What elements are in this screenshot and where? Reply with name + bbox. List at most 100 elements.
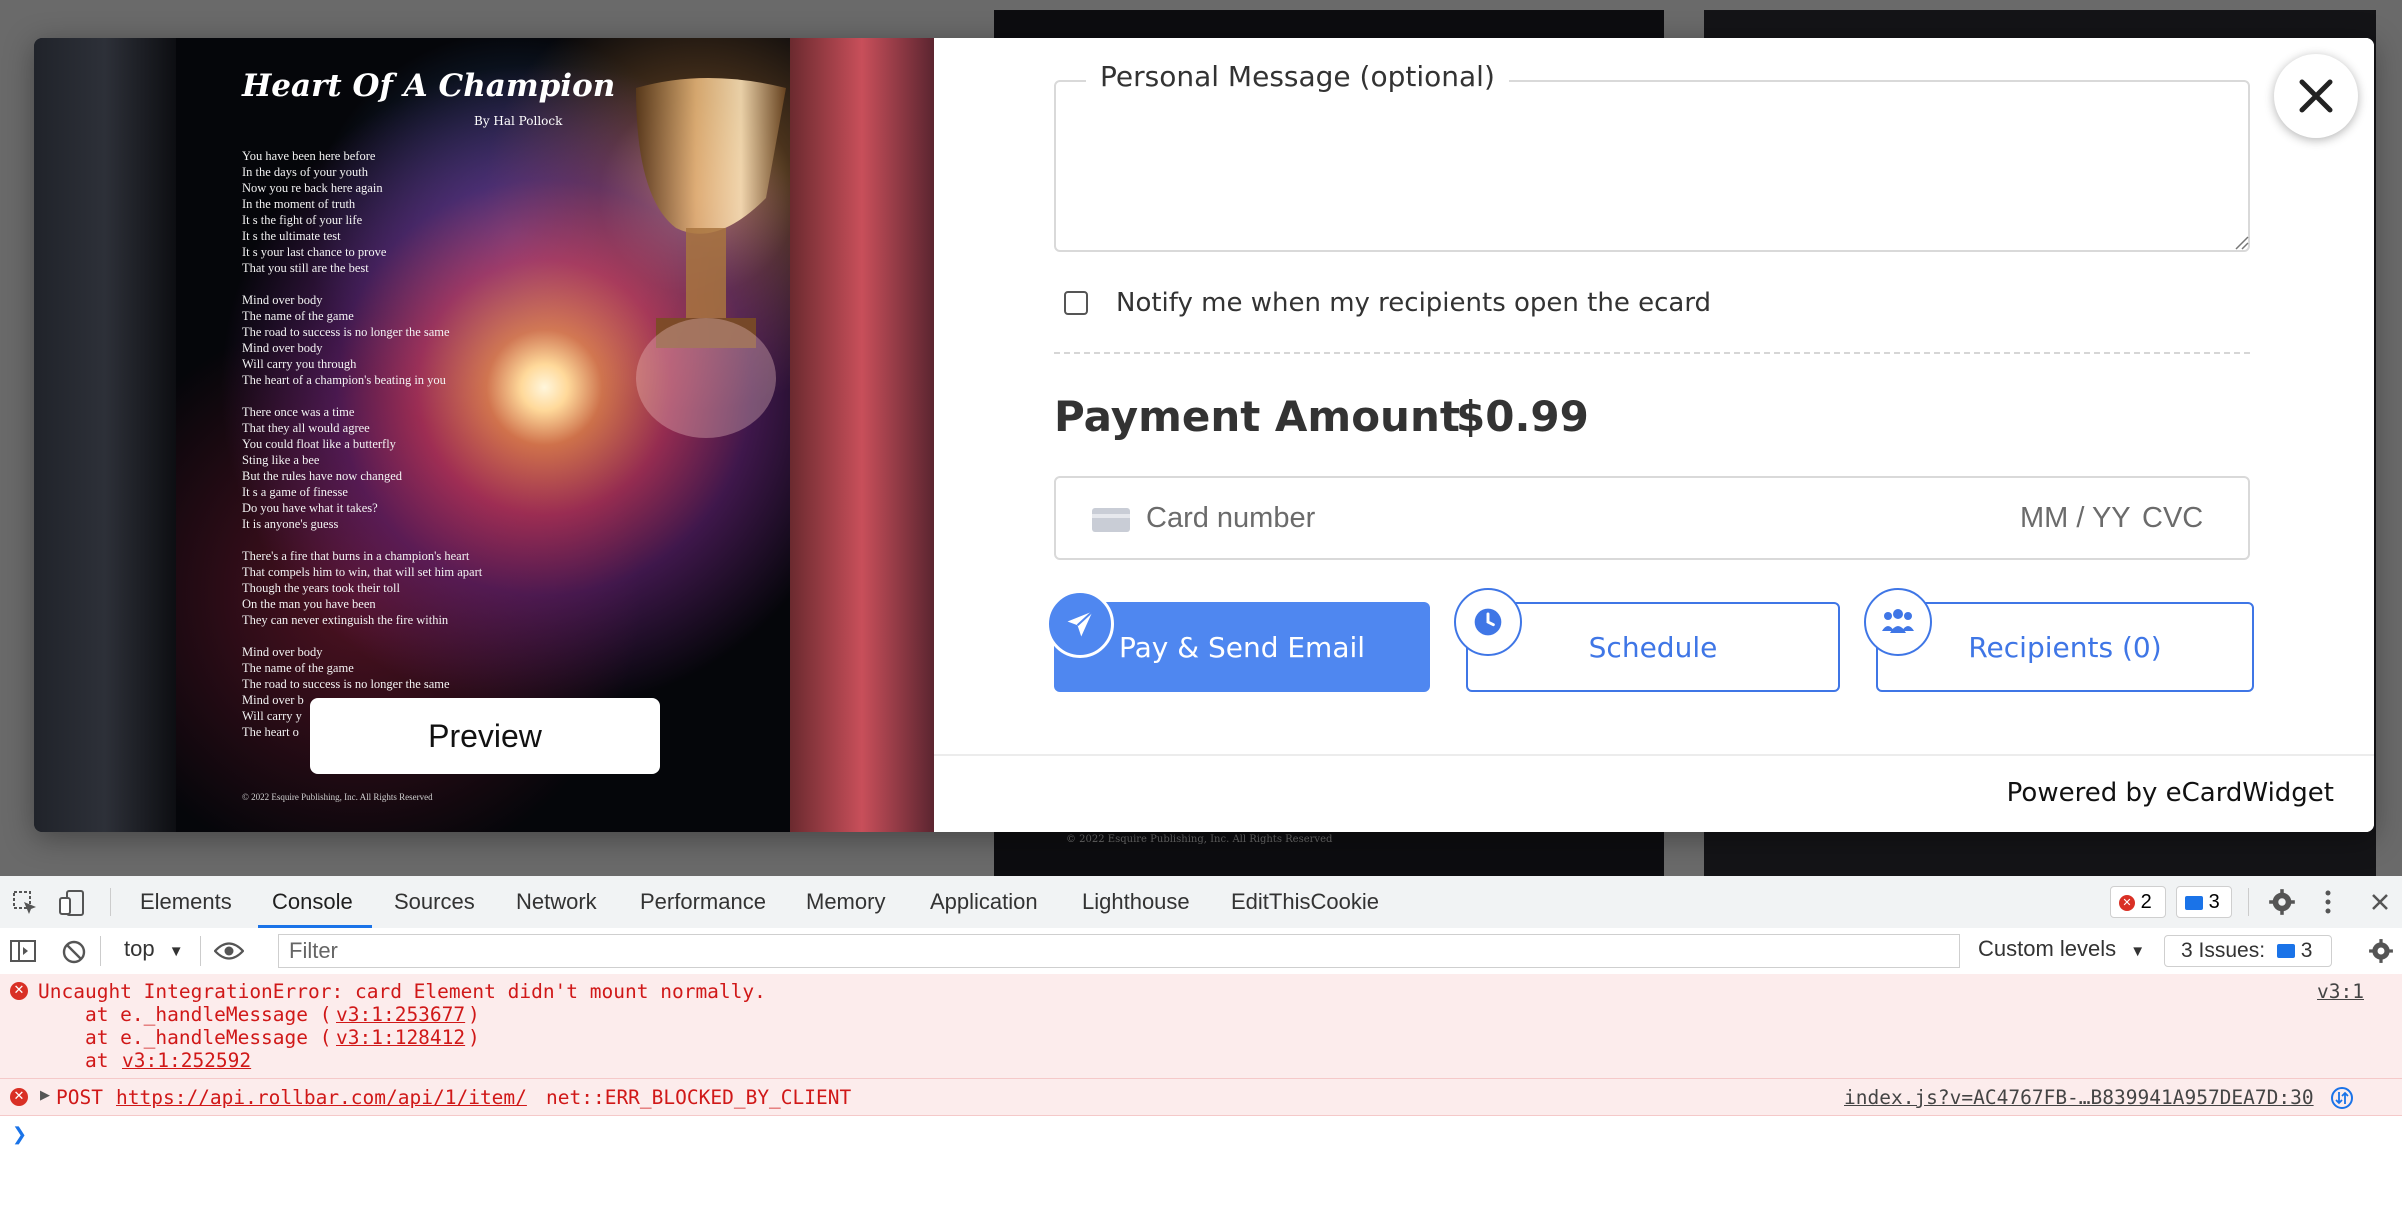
- toolbar-separator: [200, 936, 201, 966]
- issues-label: 3 Issues:: [2181, 939, 2266, 962]
- console-error-message: ✕ Uncaught IntegrationError: card Elemen…: [0, 974, 2402, 1079]
- tab-console[interactable]: Console: [258, 876, 372, 928]
- send-icon[interactable]: [1046, 590, 1114, 658]
- poem-line: The name of the game: [242, 661, 354, 675]
- tab-performance[interactable]: Performance: [640, 876, 766, 928]
- settings-gear-icon[interactable]: [2268, 888, 2296, 916]
- poem-line: Now you re back here again: [242, 181, 383, 195]
- poem-line: Though the years took their toll: [242, 581, 400, 595]
- log-levels-label: Custom levels: [1978, 936, 2117, 961]
- poem-line: The name of the game: [242, 309, 354, 323]
- poem-line: It s the ultimate test: [242, 229, 341, 243]
- tab-elements[interactable]: Elements: [140, 876, 232, 928]
- poem-stanza: You have been here before In the days of…: [242, 148, 482, 276]
- footer-divider: [934, 754, 2374, 756]
- poem-line: Will carry you through: [242, 357, 357, 371]
- close-devtools-icon[interactable]: [2370, 892, 2390, 912]
- poem-line: Do you have what it takes?: [242, 501, 378, 515]
- poster-author: By Hal Pollock: [474, 114, 563, 128]
- poem-line: It is anyone's guess: [242, 517, 339, 531]
- error-icon: ✕: [2119, 894, 2135, 911]
- poem-line: That they all would agree: [242, 421, 370, 435]
- notify-label[interactable]: Notify me when my recipients open the ec…: [1116, 288, 1711, 318]
- live-expression-eye-icon[interactable]: [214, 940, 244, 962]
- devtools-panel: Elements Console Sources Network Perform…: [0, 876, 2402, 1224]
- issues-icon: [2276, 944, 2295, 959]
- error-icon: ✕: [10, 982, 28, 1000]
- stack-frame-link[interactable]: v3:1:253677: [336, 1003, 465, 1026]
- poem-text: You have been here before In the days of…: [242, 148, 482, 756]
- console-filter-input[interactable]: Filter: [278, 934, 1960, 968]
- resize-handle-icon[interactable]: [2233, 234, 2249, 250]
- stack-frame-link[interactable]: v3:1:128412: [336, 1026, 465, 1049]
- poem-line: It s your last chance to prove: [242, 245, 387, 259]
- toolbar-separator: [100, 936, 101, 966]
- request-source-link[interactable]: index.js?v=AC4767FB-…B839941A957DEA7D:30: [1844, 1086, 2314, 1109]
- request-url-link[interactable]: https://api.rollbar.com/api/1/item/: [116, 1086, 527, 1109]
- sidebar-toggle-icon[interactable]: [10, 940, 36, 962]
- issues-count: 3: [2300, 939, 2313, 962]
- error-source-link[interactable]: v3:1: [2317, 980, 2364, 1003]
- powered-by[interactable]: Powered by eCardWidget: [2007, 778, 2334, 808]
- card-number-placeholder[interactable]: Card number: [1146, 502, 1315, 535]
- poem-line: You could float like a butterfly: [242, 437, 396, 451]
- ecard-artwork: Heart Of A Champion By Hal Pollock You h…: [34, 38, 934, 832]
- tab-network[interactable]: Network: [516, 876, 597, 928]
- poem-line: In the moment of truth: [242, 197, 356, 211]
- message-count-badge[interactable]: 3: [2176, 886, 2232, 918]
- poem-line: The road to success is no longer the sam…: [242, 325, 450, 339]
- tab-lighthouse[interactable]: Lighthouse: [1082, 876, 1190, 928]
- card-input-field[interactable]: Card number MM / YY CVC: [1054, 476, 2250, 560]
- console-input[interactable]: [40, 1118, 2380, 1148]
- stack-frame-link[interactable]: v3:1:252592: [122, 1049, 251, 1072]
- issues-button[interactable]: 3 Issues: 3: [2164, 935, 2332, 967]
- stack-frame-prefix: at: [38, 1049, 121, 1072]
- close-modal-button[interactable]: [2274, 54, 2358, 138]
- schedule-button[interactable]: Schedule: [1466, 602, 1840, 692]
- error-count-badge[interactable]: ✕ 2: [2110, 886, 2166, 918]
- card-expiry-placeholder[interactable]: MM / YY: [2020, 502, 2131, 535]
- clear-console-icon[interactable]: [62, 940, 86, 964]
- personal-message-textarea[interactable]: [1054, 80, 2250, 252]
- inspect-element-icon[interactable]: [12, 890, 38, 916]
- group-icon[interactable]: [1864, 588, 1932, 656]
- artwork-blur-right: [790, 38, 934, 832]
- context-selector[interactable]: top ▼: [124, 936, 184, 962]
- dropdown-arrow-icon: ▼: [168, 943, 184, 960]
- poem-line: Sting like a bee: [242, 453, 320, 467]
- stack-frame-prefix: at e._handleMessage (: [38, 1026, 332, 1049]
- payment-amount-value: $0.99: [1456, 392, 1589, 441]
- pay-send-email-label: Pay & Send Email: [1118, 630, 1366, 664]
- tab-sources[interactable]: Sources: [394, 876, 475, 928]
- section-divider: [1054, 352, 2250, 354]
- poem-line: You have been here before: [242, 149, 376, 163]
- request-error: net::ERR_BLOCKED_BY_CLIENT: [546, 1086, 852, 1109]
- recipients-button[interactable]: Recipients (0): [1876, 602, 2254, 692]
- poem-line: Mind over body: [242, 645, 323, 659]
- expand-triangle-icon[interactable]: ▶: [40, 1087, 50, 1103]
- device-toolbar-icon[interactable]: [58, 889, 86, 917]
- tab-memory[interactable]: Memory: [806, 876, 885, 928]
- stack-frame-suffix: ): [468, 1003, 480, 1026]
- preview-button[interactable]: Preview: [310, 698, 660, 774]
- notify-option[interactable]: Notify me when my recipients open the ec…: [1064, 288, 1711, 318]
- clock-icon[interactable]: [1454, 588, 1522, 656]
- console-settings-gear-icon[interactable]: [2368, 938, 2394, 964]
- log-levels-dropdown[interactable]: Custom levels ▼: [1978, 936, 2145, 962]
- network-panel-icon[interactable]: [2330, 1086, 2354, 1110]
- poem-stanza: Mind over body The name of the game The …: [242, 292, 482, 388]
- console-prompt-icon[interactable]: ❯: [12, 1124, 27, 1145]
- poem-line: They can never extinguish the fire withi…: [242, 613, 449, 627]
- notify-checkbox[interactable]: [1064, 291, 1088, 315]
- poem-line: That compels him to win, that will set h…: [242, 565, 483, 579]
- card-cvc-placeholder[interactable]: CVC: [2142, 502, 2203, 535]
- more-options-icon[interactable]: [2322, 888, 2334, 916]
- poem-stanza: There once was a time That they all woul…: [242, 404, 482, 532]
- dropdown-arrow-icon: ▼: [2130, 943, 2146, 960]
- tab-application[interactable]: Application: [930, 876, 1038, 928]
- payment-amount-label: Payment Amount: [1054, 392, 1460, 441]
- send-form: Personal Message (optional) Notify me wh…: [934, 38, 2374, 832]
- recipients-label: Recipients (0): [1968, 630, 2162, 664]
- error-icon: ✕: [10, 1088, 28, 1106]
- tab-editthiscookie[interactable]: EditThisCookie: [1231, 876, 1379, 928]
